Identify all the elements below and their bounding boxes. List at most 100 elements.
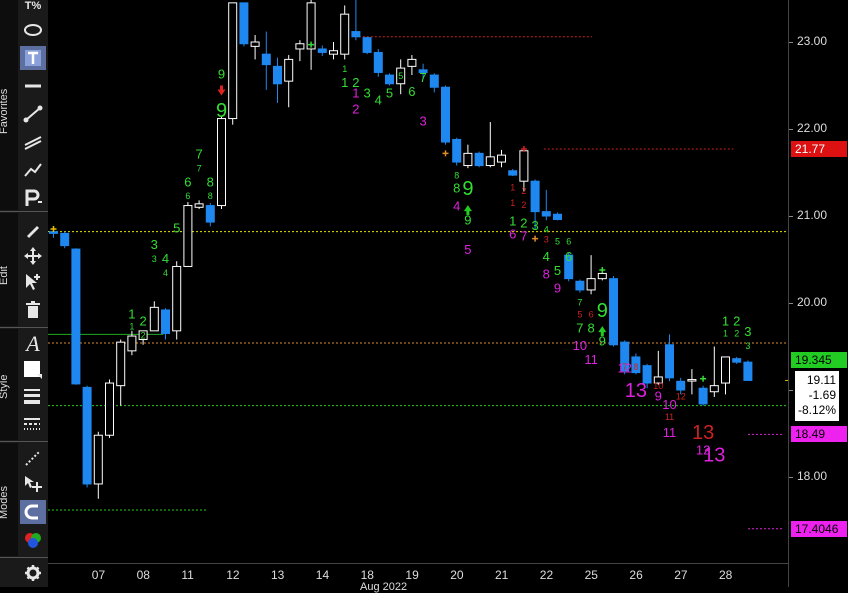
candle-body-14 bbox=[205, 205, 215, 223]
magnet-cursor-button[interactable] bbox=[20, 472, 46, 496]
candle-body-50 bbox=[609, 278, 618, 346]
date-tick-5: 14 bbox=[315, 568, 330, 582]
polyline-tool-button[interactable] bbox=[20, 158, 46, 182]
count-label-23: 5 bbox=[398, 71, 403, 81]
candle-body-28 bbox=[362, 37, 372, 53]
line-style-icon bbox=[24, 418, 40, 430]
candle-body-39 bbox=[485, 156, 495, 167]
plus-mark-5 bbox=[599, 266, 606, 273]
candle-body-60 bbox=[721, 356, 730, 384]
channel-tool-button[interactable] bbox=[20, 130, 46, 154]
trash-icon bbox=[26, 301, 40, 318]
candle-body-9 bbox=[149, 306, 159, 332]
pitchfork-icon bbox=[25, 189, 42, 206]
candle-body-41 bbox=[508, 170, 518, 176]
candle-body-40 bbox=[497, 154, 506, 163]
count-label-45: 3 bbox=[544, 235, 549, 245]
price-tick-1: 22.00 bbox=[797, 121, 828, 135]
count-label-35: 1 bbox=[510, 183, 515, 193]
count-label-49: 6 bbox=[566, 236, 571, 246]
pitchfork-tool-button[interactable] bbox=[20, 186, 46, 210]
line-width-icon bbox=[24, 389, 40, 404]
count-label-30: 8 bbox=[453, 180, 460, 195]
candle-body-38 bbox=[474, 152, 484, 167]
text-tool-button[interactable] bbox=[20, 46, 46, 70]
count-label-58: 9 bbox=[597, 300, 608, 322]
chart-plot[interactable]: 11 2233 4456677889911 23 4 556721388 994511221… bbox=[48, 0, 788, 563]
price-axis[interactable]: 23.0022.0021.0020.0019.0018.00 21.7719.3… bbox=[788, 0, 848, 587]
count-label-64: 12 bbox=[617, 361, 631, 376]
plus-mark-6 bbox=[700, 375, 707, 382]
candle-body-22 bbox=[295, 43, 305, 50]
price-tick-mark-1 bbox=[789, 129, 793, 130]
candle-body-43 bbox=[530, 180, 540, 213]
percent-tool-button[interactable]: T% bbox=[20, 0, 46, 18]
horizontal-line-icon bbox=[25, 84, 41, 88]
count-label-44: 4 bbox=[544, 224, 549, 234]
count-label-65: 13 bbox=[625, 380, 647, 402]
count-label-53: 7 bbox=[577, 297, 582, 307]
count-label-43: 7 bbox=[520, 228, 527, 243]
candle-body-29 bbox=[373, 51, 383, 73]
count-label-50: 6 bbox=[565, 249, 572, 264]
settings-button[interactable] bbox=[20, 561, 46, 585]
gear-icon bbox=[25, 565, 41, 581]
candle-body-34 bbox=[429, 74, 439, 88]
horizontal-line-tool-button[interactable] bbox=[20, 74, 46, 98]
count-label-16: 9 bbox=[216, 100, 227, 122]
candle-body-16 bbox=[228, 2, 238, 120]
candle-body-48 bbox=[586, 278, 596, 291]
date-tick-3: 12 bbox=[226, 568, 240, 582]
count-label-32: 9 bbox=[464, 213, 471, 228]
count-label-71: 11 bbox=[663, 425, 677, 440]
pencil-tool-button[interactable] bbox=[20, 218, 46, 242]
polyline-icon bbox=[24, 163, 42, 177]
date-tick-8: 20 bbox=[450, 568, 464, 582]
count-label-59: 9 bbox=[599, 334, 606, 349]
font-style-button[interactable]: A bbox=[20, 331, 46, 356]
count-label-55: 6 bbox=[589, 310, 594, 320]
date-tick-13: 27 bbox=[674, 568, 688, 582]
color-circles-icon bbox=[25, 533, 41, 548]
date-tick-10: 22 bbox=[539, 568, 554, 582]
count-label-60: 10 bbox=[573, 338, 587, 353]
count-label-52: 9 bbox=[554, 281, 561, 296]
trend-line-icon bbox=[23, 105, 43, 123]
price-tick-mark-5 bbox=[789, 477, 793, 478]
line-style-button[interactable] bbox=[20, 412, 46, 436]
candle-body-21 bbox=[284, 58, 294, 82]
price-tick-5: 18.00 bbox=[797, 469, 828, 483]
count-label-18: 1 bbox=[341, 75, 348, 90]
crosshair-mode-button[interactable] bbox=[20, 446, 46, 470]
count-label-78: 2 bbox=[734, 329, 739, 339]
trend-line-tool-button[interactable] bbox=[20, 102, 46, 126]
count-label-27: 1 bbox=[352, 86, 359, 101]
count-label-31: 9 bbox=[462, 178, 473, 200]
candle-body-25 bbox=[329, 50, 338, 55]
count-label-21: 4 bbox=[375, 93, 382, 108]
count-label-47: 5 bbox=[555, 236, 560, 246]
date-axis[interactable]: 07 08 11 12 13 14 18 19 20 21 22 25 26 27 28 Aug 2022 bbox=[48, 563, 788, 593]
count-label-17: 1 bbox=[342, 64, 347, 74]
date-tick-2: 11 bbox=[181, 568, 194, 582]
candle-body-47 bbox=[575, 280, 585, 291]
move-tool-button[interactable] bbox=[20, 244, 46, 268]
count-label-8: 5 bbox=[173, 220, 180, 235]
color-mode-button[interactable] bbox=[20, 528, 46, 552]
count-label-4: 3 bbox=[151, 237, 158, 252]
count-label-2: 2 bbox=[139, 314, 146, 329]
price-tick-3: 20.00 bbox=[797, 295, 828, 309]
count-label-76: 2 bbox=[733, 314, 740, 329]
count-label-20: 3 bbox=[363, 86, 370, 101]
price-chart[interactable]: 1122334456677889911234556721388994511221… bbox=[48, 0, 788, 563]
magnet-mode-button[interactable] bbox=[20, 500, 46, 524]
ellipse-tool-button[interactable] bbox=[20, 18, 46, 42]
count-label-70: 11 bbox=[665, 412, 674, 422]
color-picker-button[interactable] bbox=[20, 358, 46, 382]
magnet-icon bbox=[24, 504, 38, 520]
line-width-button[interactable] bbox=[20, 384, 46, 408]
delete-tool-button[interactable] bbox=[20, 298, 46, 322]
select-tool-button[interactable] bbox=[20, 270, 46, 294]
candle-body-24 bbox=[317, 48, 327, 53]
candle-body-27 bbox=[351, 31, 361, 38]
